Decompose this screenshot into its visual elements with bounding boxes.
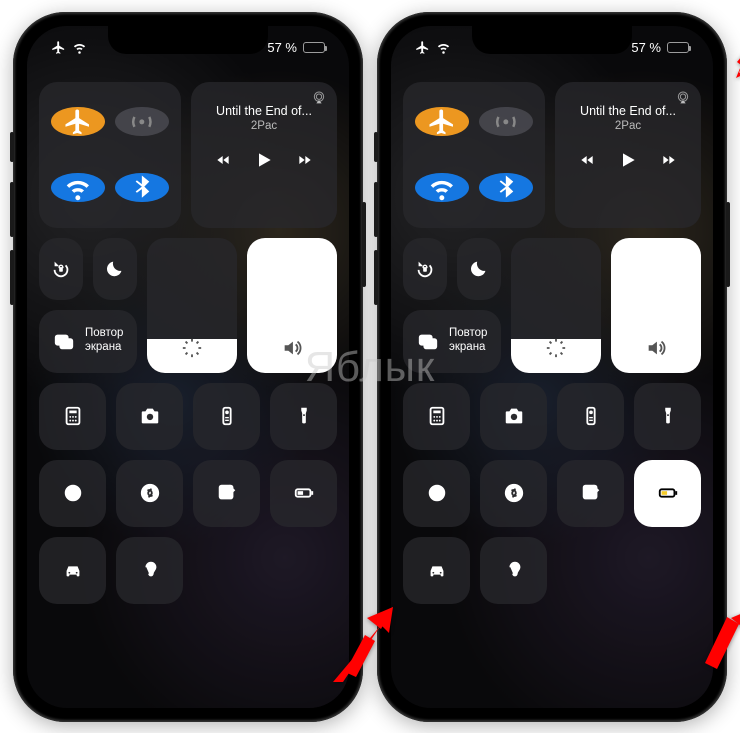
battery-icon	[303, 42, 325, 53]
screen-mirroring-button[interactable]: Повторэкрана	[403, 310, 501, 373]
iphone-left: 57 % Until the End of... 2Pac	[13, 12, 363, 722]
media-title: Until the End of...	[205, 104, 323, 118]
airplay-icon[interactable]	[311, 90, 327, 106]
camera-button[interactable]	[480, 383, 547, 450]
hearing-button[interactable]	[116, 537, 183, 604]
low-power-mode-button[interactable]	[270, 460, 337, 527]
camera-button[interactable]	[116, 383, 183, 450]
notch	[472, 26, 632, 54]
screen-mirroring-button[interactable]: Повторэкрана	[39, 310, 137, 373]
wifi-status-icon	[436, 40, 451, 55]
brightness-icon	[545, 337, 567, 359]
shazam-button[interactable]	[116, 460, 183, 527]
connectivity-module[interactable]	[403, 82, 545, 228]
airplay-icon[interactable]	[675, 90, 691, 106]
brightness-slider[interactable]	[511, 238, 601, 373]
control-center: Until the End of... 2Pac	[39, 82, 337, 696]
low-power-mode-button[interactable]	[634, 460, 701, 527]
forward-button[interactable]	[296, 152, 312, 173]
wifi-toggle[interactable]	[51, 173, 105, 203]
iphone-right: 57 % Until the End of... 2Pac	[377, 12, 727, 722]
airplane-mode-toggle[interactable]	[415, 107, 469, 137]
battery-percentage: 57 %	[267, 40, 297, 55]
rewind-button[interactable]	[580, 152, 596, 173]
forward-button[interactable]	[660, 152, 676, 173]
carplay-button[interactable]	[403, 537, 470, 604]
orientation-lock-button[interactable]	[403, 238, 447, 301]
shazam-button[interactable]	[480, 460, 547, 527]
do-not-disturb-button[interactable]	[457, 238, 501, 301]
cellular-data-toggle[interactable]	[479, 107, 533, 137]
mirror-label-line1: Повтор	[85, 327, 123, 341]
calculator-button[interactable]	[403, 383, 470, 450]
media-module[interactable]: Until the End of... 2Pac	[555, 82, 701, 228]
calculator-button[interactable]	[39, 383, 106, 450]
rewind-button[interactable]	[216, 152, 232, 173]
airplane-mode-toggle[interactable]	[51, 107, 105, 137]
notch	[108, 26, 268, 54]
battery-icon	[667, 42, 689, 53]
media-artist: 2Pac	[251, 120, 277, 132]
battery-percentage: 57 %	[631, 40, 661, 55]
notes-button[interactable]	[557, 460, 624, 527]
volume-icon	[281, 337, 303, 359]
apple-tv-remote-button[interactable]	[193, 383, 260, 450]
mirror-label-line2: экрана	[85, 341, 123, 355]
volume-slider[interactable]	[611, 238, 701, 373]
brightness-icon	[181, 337, 203, 359]
airplane-mode-icon	[415, 40, 430, 55]
notes-button[interactable]	[193, 460, 260, 527]
do-not-disturb-button[interactable]	[93, 238, 137, 301]
bluetooth-toggle[interactable]	[479, 173, 533, 203]
media-module[interactable]: Until the End of... 2Pac	[191, 82, 337, 228]
mirror-label-line1: Повтор	[449, 327, 487, 341]
bluetooth-toggle[interactable]	[115, 173, 169, 203]
mirror-label-line2: экрана	[449, 341, 487, 355]
screen-record-button[interactable]	[39, 460, 106, 527]
apple-tv-remote-button[interactable]	[557, 383, 624, 450]
media-artist: 2Pac	[615, 120, 641, 132]
carplay-button[interactable]	[39, 537, 106, 604]
volume-icon	[645, 337, 667, 359]
wifi-toggle[interactable]	[415, 173, 469, 203]
play-button[interactable]	[254, 150, 274, 175]
flashlight-button[interactable]	[634, 383, 701, 450]
media-title: Until the End of...	[569, 104, 687, 118]
connectivity-module[interactable]	[39, 82, 181, 228]
control-center: Until the End of... 2Pac	[403, 82, 701, 696]
orientation-lock-button[interactable]	[39, 238, 83, 301]
volume-slider[interactable]	[247, 238, 337, 373]
flashlight-button[interactable]	[270, 383, 337, 450]
cellular-data-toggle[interactable]	[115, 107, 169, 137]
brightness-slider[interactable]	[147, 238, 237, 373]
hearing-button[interactable]	[480, 537, 547, 604]
screen-record-button[interactable]	[403, 460, 470, 527]
airplane-mode-icon	[51, 40, 66, 55]
wifi-status-icon	[72, 40, 87, 55]
play-button[interactable]	[618, 150, 638, 175]
